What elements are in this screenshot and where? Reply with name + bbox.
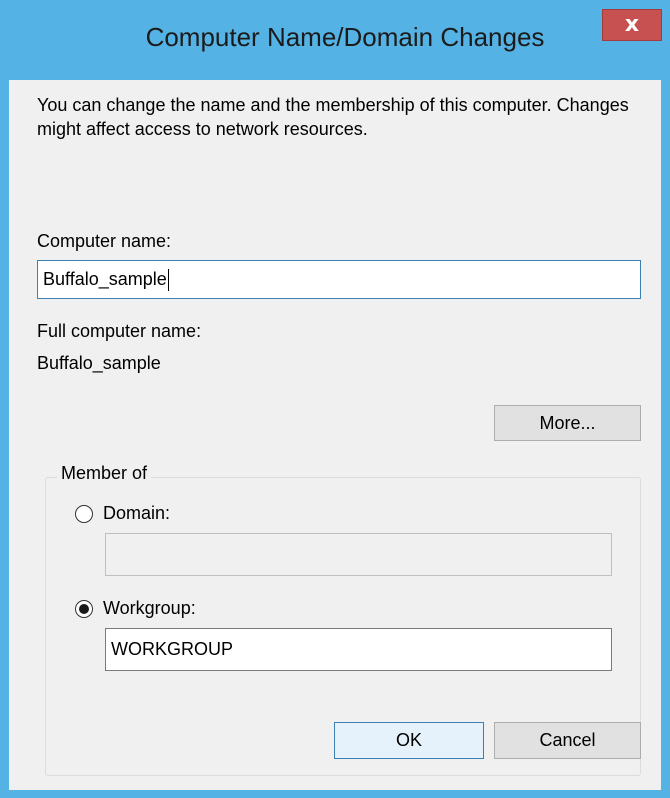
dialog-window: Computer Name/Domain Changes x You can c… [0,0,670,798]
ok-button-label: OK [395,730,422,750]
full-computer-name-value: Buffalo_sample [37,353,161,373]
description-text: You can change the name and the membersh… [37,95,629,139]
computer-name-label: Computer name: [37,231,172,251]
workgroup-radio[interactable] [75,600,93,618]
computer-name-value: Buffalo_sample [43,269,167,289]
domain-input[interactable] [105,533,612,576]
text-caret [167,269,169,292]
dialog-body: You can change the name and the membersh… [9,80,661,790]
domain-radio[interactable] [75,505,93,523]
workgroup-label[interactable]: Workgroup: [103,598,196,619]
more-button-label: More... [539,413,596,433]
workgroup-input[interactable]: WORKGROUP [105,628,612,671]
more-button[interactable]: More... [494,405,641,441]
ok-button[interactable]: OK [334,722,484,759]
workgroup-value: WORKGROUP [111,639,234,659]
title-bar[interactable]: Computer Name/Domain Changes x [0,0,670,80]
close-icon: x [624,12,640,37]
cancel-button-label: Cancel [539,730,596,750]
close-button[interactable]: x [602,9,662,41]
computer-name-input[interactable]: Buffalo_sample [37,260,641,299]
window-title: Computer Name/Domain Changes [145,22,545,52]
member-of-caption: Member of [57,463,152,484]
full-computer-name-label: Full computer name: [37,321,202,341]
cancel-button[interactable]: Cancel [494,722,641,759]
workgroup-radio-dot [79,604,89,614]
domain-label[interactable]: Domain: [103,503,170,524]
